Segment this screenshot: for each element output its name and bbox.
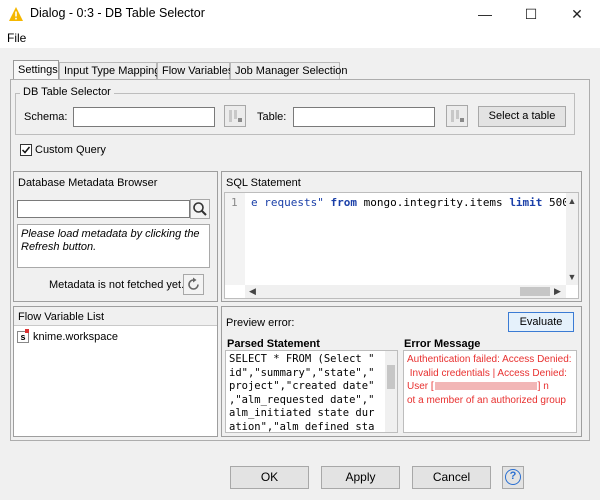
refresh-button[interactable] — [183, 274, 204, 295]
sql-code-limit-value: 500 — [549, 196, 566, 209]
parsed-line: ,"alm_requested date"," — [229, 393, 375, 406]
metadata-hint-text: Please load metadata by clicking the Ref… — [21, 228, 200, 253]
table-label: Table: — [257, 111, 287, 123]
scroll-left-icon[interactable]: ◀ — [249, 286, 256, 297]
sql-line-number: 1 — [231, 196, 238, 209]
schema-label: Schema: — [24, 111, 68, 123]
tab-flow-variables[interactable]: Flow Variables — [157, 62, 233, 79]
cancel-button[interactable]: Cancel — [412, 466, 491, 489]
error-line: ot a member of an authorized group — [407, 394, 566, 406]
minimize-button[interactable]: — — [462, 0, 508, 28]
parsed-line: id","summary","state"," — [229, 366, 375, 379]
evaluate-button[interactable]: Evaluate — [508, 312, 574, 332]
schema-browse-button[interactable] — [224, 105, 246, 127]
close-button[interactable]: ✕ — [554, 0, 600, 28]
error-message-title: Error Message — [404, 338, 481, 350]
parsed-statement-text: SELECT * FROM (Select " id","summary","st… — [229, 353, 375, 433]
maximize-icon: ☐ — [524, 6, 538, 22]
database-browse-icon — [451, 110, 464, 122]
sql-string-fragment: e requests" — [251, 196, 331, 209]
tab-input-type-mapping[interactable]: Input Type Mapping — [59, 62, 160, 79]
preview-error-label: Preview error: — [226, 317, 295, 329]
close-icon: ✕ — [571, 6, 583, 22]
schema-input[interactable] — [73, 107, 215, 127]
tab-settings[interactable]: Settings — [13, 60, 59, 80]
custom-query-checkbox[interactable] — [20, 144, 32, 156]
menu-file[interactable]: File — [7, 31, 26, 45]
parsed-line: ation","alm defined sta — [229, 420, 375, 433]
table-input[interactable] — [293, 107, 435, 127]
metadata-search-input[interactable] — [17, 200, 190, 218]
sql-code-table: mongo.integrity.items — [356, 196, 510, 209]
parsed-line: alm_initiated state dur — [229, 407, 375, 419]
flow-variable-item[interactable]: knime.workspace — [33, 331, 118, 343]
error-line: Invalid credentials | Access Denied: — [407, 367, 567, 379]
string-variable-badge — [25, 329, 29, 333]
scroll-right-icon[interactable]: ▶ — [554, 286, 561, 297]
checkmark-icon — [21, 146, 31, 154]
sql-code-line: e requests" from mongo.integrity.items l… — [251, 196, 566, 209]
parsed-line: project","created date" — [229, 380, 375, 392]
metadata-status-text: Metadata is not fetched yet. — [49, 279, 185, 291]
parsed-statement-title: Parsed Statement — [227, 338, 320, 350]
ok-button[interactable]: OK — [230, 466, 309, 489]
minimize-icon: — — [478, 6, 492, 22]
sql-keyword-from: from — [330, 196, 357, 209]
apply-button[interactable]: Apply — [321, 466, 400, 489]
window-title: Dialog - 0:3 - DB Table Selector — [30, 6, 205, 20]
scroll-down-icon[interactable]: ▼ — [566, 272, 578, 282]
knime-warning-icon — [9, 7, 23, 21]
search-icon — [193, 202, 207, 216]
menu-bar — [0, 28, 600, 48]
parsed-scroll-thumb[interactable] — [387, 365, 395, 389]
tab-job-manager-selection[interactable]: Job Manager Selection — [230, 62, 348, 79]
error-line: Authentication failed: Access Denied: — [407, 354, 572, 365]
sql-horizontal-thumb[interactable] — [520, 287, 550, 296]
metadata-search-button[interactable] — [190, 199, 210, 219]
error-message-text: Authentication failed: Access Denied: In… — [407, 353, 572, 407]
sql-keyword-limit: limit — [509, 196, 543, 209]
sql-horizontal-scrollbar[interactable] — [245, 285, 566, 298]
error-line: User [] n — [407, 381, 549, 392]
database-browse-icon — [229, 110, 242, 122]
help-button[interactable]: ? — [502, 466, 524, 489]
metadata-browser-title: Database Metadata Browser — [18, 177, 158, 189]
parsed-line: SELECT * FROM (Select " — [229, 353, 375, 365]
custom-query-label: Custom Query — [35, 144, 106, 156]
table-browse-button[interactable] — [446, 105, 468, 127]
help-icon: ? — [505, 469, 521, 485]
flow-variable-list-title: Flow Variable List — [18, 311, 104, 323]
scroll-up-icon[interactable]: ▲ — [566, 196, 578, 206]
error-message-box[interactable]: Authentication failed: Access Denied: In… — [403, 350, 577, 433]
db-table-selector-title: DB Table Selector — [20, 86, 114, 98]
maximize-button[interactable]: ☐ — [508, 0, 554, 28]
select-table-button[interactable]: Select a table — [478, 106, 566, 127]
parsed-statement-box[interactable]: SELECT * FROM (Select " id","summary","st… — [225, 350, 398, 433]
sql-statement-title: SQL Statement — [226, 177, 301, 189]
refresh-icon — [188, 277, 199, 290]
redacted-email — [434, 382, 537, 391]
parsed-vertical-scrollbar[interactable] — [385, 351, 397, 432]
